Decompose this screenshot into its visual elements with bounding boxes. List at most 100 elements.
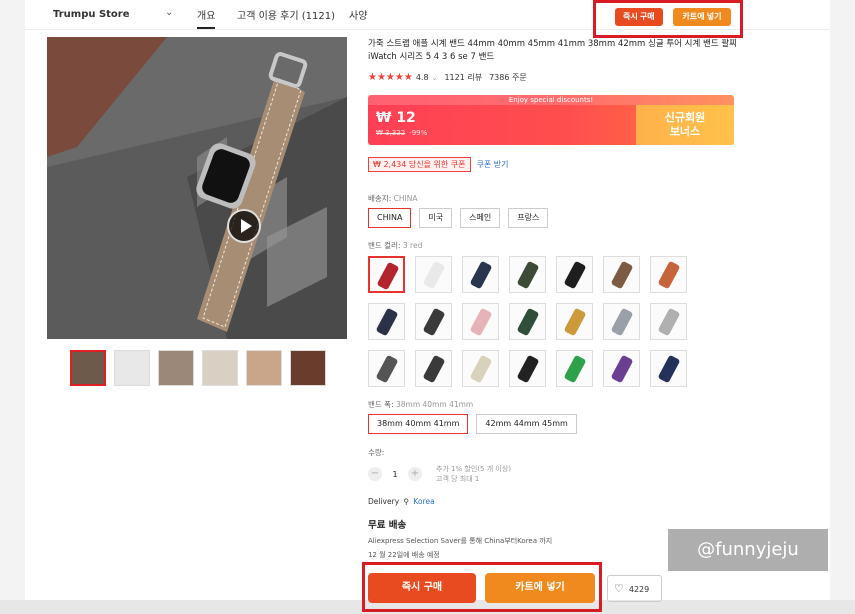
band-color-swatch[interactable] bbox=[509, 303, 546, 340]
quantity-stepper: − 1 + 추가 1% 할인(5 개 이상) 고객 당 최대 1 bbox=[368, 464, 511, 484]
watch-strap-icon bbox=[610, 354, 634, 384]
wishlist-button[interactable]: ♡ 4229 bbox=[607, 575, 662, 602]
watch-strap-icon bbox=[375, 354, 399, 384]
play-video-icon[interactable] bbox=[227, 209, 261, 243]
thumbnail-4[interactable] bbox=[202, 350, 238, 386]
main-product-image[interactable] bbox=[47, 37, 347, 339]
current-price: ₩ 12 bbox=[376, 110, 416, 126]
watch-strap-icon bbox=[469, 307, 493, 337]
page-margin-left bbox=[0, 0, 25, 614]
band-color-swatch[interactable] bbox=[603, 303, 640, 340]
watch-strap-icon bbox=[469, 260, 493, 290]
quantity-value[interactable]: 1 bbox=[390, 470, 400, 479]
band-color-swatch[interactable] bbox=[556, 350, 593, 387]
new-member-bonus-badge[interactable]: 신규회원 보너스 bbox=[636, 105, 734, 145]
band-width-option-large[interactable]: 42mm 44mm 45mm bbox=[476, 414, 577, 434]
quantity-minus-button[interactable]: − bbox=[368, 467, 382, 481]
bonus-line-1: 신규회원 bbox=[664, 111, 706, 124]
band-color-swatch[interactable] bbox=[415, 256, 452, 293]
band-color-swatch[interactable] bbox=[509, 256, 546, 293]
delivery-row: Delivery ⚲ Korea bbox=[368, 497, 435, 506]
old-price-row: ₩ 3,322 -99% bbox=[376, 129, 427, 137]
ship-from-label-text: 배송지: bbox=[368, 194, 394, 203]
watch-strap-icon bbox=[469, 354, 493, 384]
thumbnail-3[interactable] bbox=[158, 350, 194, 386]
ship-from-option-france[interactable]: 프랑스 bbox=[508, 208, 549, 228]
review-count[interactable]: 1121 리뷰 bbox=[444, 72, 482, 83]
band-color-swatch[interactable] bbox=[368, 303, 405, 340]
product-title: 가죽 스트랩 애플 시계 밴드 44mm 40mm 45mm 41mm 38mm… bbox=[368, 39, 738, 62]
highlight-box-top bbox=[593, 0, 743, 38]
band-width-option-small[interactable]: 38mm 40mm 41mm bbox=[368, 414, 469, 434]
tab-reviews[interactable]: 고객 이용 후기 (1121) bbox=[237, 7, 335, 22]
band-color-swatch[interactable] bbox=[368, 350, 405, 387]
delivery-destination[interactable]: Korea bbox=[413, 497, 434, 506]
coupon-row: ₩ 2,434 당신을 위한 쿠폰 쿠폰 받기 bbox=[368, 157, 509, 172]
thumbnail-2[interactable] bbox=[114, 350, 150, 386]
quantity-label: 수량: bbox=[368, 448, 385, 457]
band-color-swatches bbox=[368, 256, 687, 387]
location-pin-icon: ⚲ bbox=[403, 497, 410, 506]
ship-from-option-usa[interactable]: 미국 bbox=[419, 208, 453, 228]
free-shipping-title: 무료 배송 bbox=[368, 520, 407, 531]
quantity-plus-button[interactable]: + bbox=[408, 467, 422, 481]
chevron-down-icon[interactable]: ⌄ bbox=[165, 7, 173, 18]
discount-percent: -99% bbox=[409, 129, 428, 137]
original-price: ₩ 3,322 bbox=[376, 129, 406, 137]
watch-strap-icon bbox=[422, 260, 446, 290]
rating-row: ★★★★★ 4.8 ⌄ 1121 리뷰 7386 주문 bbox=[368, 72, 527, 83]
watch-strap-icon bbox=[422, 354, 446, 384]
watch-strap-icon bbox=[375, 307, 399, 337]
chevron-down-icon[interactable]: ⌄ bbox=[432, 74, 438, 82]
watch-strap-icon bbox=[563, 307, 587, 337]
watch-strap-icon bbox=[516, 354, 540, 384]
delivery-estimate: 12 월 22일에 배송 예정 bbox=[368, 551, 440, 559]
coupon-badge[interactable]: ₩ 2,434 당신을 위한 쿠폰 bbox=[368, 157, 471, 172]
highlight-box-bottom bbox=[362, 562, 602, 612]
band-width-label: 밴드 폭: 38mm 40mm 41mm bbox=[368, 399, 473, 410]
watch-strap-icon bbox=[610, 307, 634, 337]
band-color-swatch[interactable] bbox=[368, 256, 405, 293]
thumbnail-1[interactable] bbox=[70, 350, 106, 386]
band-width-options: 38mm 40mm 41mm 42mm 44mm 45mm bbox=[368, 414, 577, 434]
watch-strap-icon bbox=[516, 307, 540, 337]
order-count: 7386 주문 bbox=[489, 73, 527, 82]
tab-specs[interactable]: 사양 bbox=[349, 7, 367, 22]
band-color-swatch[interactable] bbox=[556, 256, 593, 293]
band-color-swatch[interactable] bbox=[650, 256, 687, 293]
band-color-swatch[interactable] bbox=[603, 350, 640, 387]
price-promo-banner: Enjoy special discounts! ₩ 12 ₩ 3,322 -99… bbox=[368, 95, 734, 145]
band-color-swatch[interactable] bbox=[462, 350, 499, 387]
band-color-swatch[interactable] bbox=[462, 303, 499, 340]
band-color-swatch[interactable] bbox=[415, 350, 452, 387]
wishlist-count: 4229 bbox=[628, 585, 650, 594]
ship-from-options: CHINA 미국 스페인 프랑스 bbox=[368, 208, 549, 228]
band-color-swatch[interactable] bbox=[462, 256, 499, 293]
promo-banner-text: Enjoy special discounts! bbox=[368, 95, 734, 105]
thumbnail-6[interactable] bbox=[290, 350, 326, 386]
quantity-note: 추가 1% 할인(5 개 이상) 고객 당 최대 1 bbox=[436, 464, 511, 484]
ship-from-option-china[interactable]: CHINA bbox=[368, 208, 412, 228]
watermark-text: @funnyjeju bbox=[668, 529, 828, 571]
watch-strap-icon bbox=[610, 260, 634, 290]
band-color-label-text: 밴드 컬러: bbox=[368, 241, 403, 250]
bonus-line-2: 보너스 bbox=[669, 125, 701, 138]
band-color-swatch[interactable] bbox=[603, 256, 640, 293]
ship-from-option-spain[interactable]: 스페인 bbox=[460, 208, 501, 228]
star-rating-icon: ★★★★★ bbox=[368, 72, 413, 83]
store-name[interactable]: Trumpu Store bbox=[53, 9, 130, 20]
ship-from-selected: CHINA bbox=[393, 194, 418, 203]
thumbnail-5[interactable] bbox=[246, 350, 282, 386]
thumbnail-strip bbox=[70, 350, 326, 386]
band-color-swatch[interactable] bbox=[415, 303, 452, 340]
get-coupon-link[interactable]: 쿠폰 받기 bbox=[477, 159, 509, 170]
ship-from-label: 배송지: CHINA bbox=[368, 193, 417, 204]
band-color-swatch[interactable] bbox=[556, 303, 593, 340]
delivery-label: Delivery bbox=[368, 497, 400, 506]
band-color-swatch[interactable] bbox=[650, 350, 687, 387]
tab-overview[interactable]: 개요 bbox=[197, 7, 216, 29]
watch-strap-icon bbox=[657, 354, 681, 384]
band-color-swatch[interactable] bbox=[650, 303, 687, 340]
band-color-swatch[interactable] bbox=[509, 350, 546, 387]
watch-strap-icon bbox=[376, 261, 400, 291]
